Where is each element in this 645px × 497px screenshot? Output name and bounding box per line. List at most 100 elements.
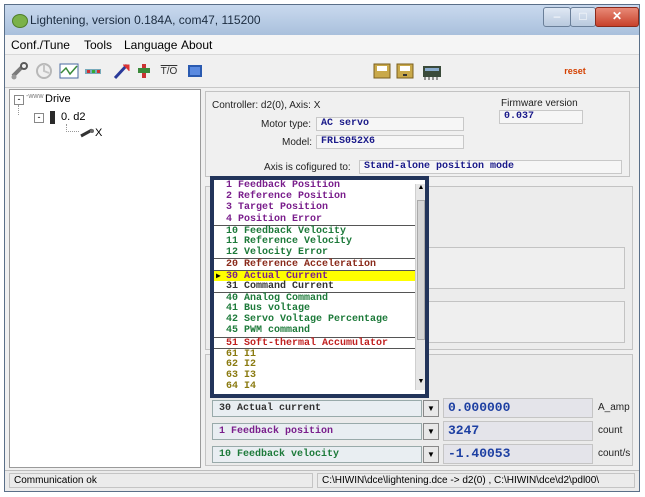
dropdown-item[interactable]: 42 Servo Voltage Percentage: [214, 314, 415, 325]
motor-type-value: AC servo: [316, 117, 464, 131]
dropdown-item-label: 41 Bus voltage: [226, 303, 311, 315]
dropdown-arrow-icon[interactable]: ▼: [423, 423, 439, 440]
toolbar: T/O reset: [5, 55, 639, 88]
monitor-select-2[interactable]: 1 Feedback position: [212, 423, 422, 440]
dropdown-item[interactable]: 41 Bus voltage: [214, 303, 415, 314]
dropdown-item[interactable]: 20 Reference Acceleration: [214, 258, 415, 270]
controller-label: Controller: d2(0), Axis: X: [212, 100, 321, 111]
firmware-value: 0.037: [499, 110, 583, 124]
dropdown-item-label: 12 Velocity Error: [226, 247, 329, 259]
dropdown-item[interactable]: 61 I1: [214, 347, 415, 360]
reset-label: reset: [564, 66, 586, 76]
dropdown-item[interactable]: 64 I4: [214, 381, 415, 392]
tree-drive-d2[interactable]: 0. d2: [61, 111, 85, 123]
maximize-button[interactable]: □: [570, 7, 596, 27]
monitor-select-3[interactable]: 10 Feedback velocity: [212, 446, 422, 463]
monitor-icon[interactable]: [184, 60, 206, 82]
dropdown-item[interactable]: 62 I2: [214, 359, 415, 370]
settings-icon[interactable]: [133, 60, 155, 82]
axis-icon: [80, 128, 94, 141]
scope-icon[interactable]: [58, 60, 80, 82]
dropdown-item-label: 42 Servo Voltage Percentage: [226, 314, 389, 326]
dropdown-item[interactable]: 51 Soft-thermal Accumulator: [214, 336, 415, 349]
monitor-dropdown-list[interactable]: 1 Feedback Position 2 Reference Position 3…: [210, 176, 429, 398]
dropdown-item[interactable]: 40 Analog Command: [214, 291, 415, 304]
close-button[interactable]: ✕: [595, 7, 639, 27]
controller-group: Controller: d2(0), Axis: X Firmware vers…: [205, 91, 630, 177]
connect-icon[interactable]: [9, 60, 31, 82]
dropdown-item[interactable]: 2 Reference Position: [214, 191, 415, 202]
dropdown-item-label: 3 Target Position: [226, 202, 329, 214]
monitor-unit-3: count/s: [598, 448, 631, 459]
dropdown-arrow-icon[interactable]: ▼: [423, 400, 439, 417]
monitor-value-1: 0.000000: [443, 398, 593, 418]
dropdown-item-label: 2 Reference Position: [226, 191, 347, 203]
menu-conf-tune[interactable]: Conf./Tune: [11, 38, 70, 52]
status-connection: Communication ok: [9, 473, 313, 488]
dropdown-item-label: 62 I2: [226, 359, 257, 370]
motor-type-label: Motor type:: [261, 119, 312, 130]
dropdown-item-label: 4 Position Error: [226, 213, 323, 225]
status-bar: Communication ok C:\HIWIN\dce\lightening…: [5, 470, 639, 491]
dropdown-item[interactable]: 3 Target Position: [214, 202, 415, 213]
model-label: Model:: [282, 137, 313, 148]
tune-icon[interactable]: [111, 60, 133, 82]
dropdown-item-label: 63 I3: [226, 370, 257, 382]
load-from-drive-icon[interactable]: [394, 60, 416, 82]
drive-icon: [50, 111, 55, 124]
dropdown-item[interactable]: ▶ 30 Actual Current: [214, 269, 415, 282]
dropdown-item-label: 31 Command Current: [226, 280, 335, 292]
io-icon[interactable]: [82, 60, 104, 82]
minimize-button[interactable]: –: [543, 7, 571, 27]
dropdown-scrollbar[interactable]: ▲ ▼: [415, 184, 425, 390]
dropdown-item[interactable]: 10 Feedback Velocity: [214, 224, 415, 237]
memory-icon[interactable]: [420, 60, 444, 82]
model-value: FRLS052X6: [316, 135, 464, 149]
menu-about[interactable]: About: [181, 38, 212, 52]
scroll-thumb[interactable]: [417, 200, 425, 340]
tree-axis-x[interactable]: X: [95, 127, 102, 139]
dropdown-item[interactable]: 63 I3: [214, 370, 415, 381]
monitor-value-3: -1.40053: [443, 444, 593, 464]
scroll-down-icon[interactable]: ▼: [416, 378, 425, 390]
inner-panel-1: [420, 247, 625, 289]
app-window: Lightening, version 0.184A, com47, 11520…: [4, 4, 640, 492]
monitor-unit-1: A_amp: [598, 402, 630, 413]
dropdown-item[interactable]: 31 Command Current: [214, 281, 415, 292]
dropdown-arrow-icon[interactable]: ▼: [423, 446, 439, 463]
tree-root-drive[interactable]: Drive: [45, 93, 71, 105]
dropdown-item-label: 45 PWM command: [226, 325, 311, 337]
save-to-drive-icon[interactable]: [371, 60, 393, 82]
menu-bar: Conf./Tune Tools Language About: [5, 35, 639, 55]
app-icon: [12, 14, 28, 28]
title-bar: Lightening, version 0.184A, com47, 11520…: [5, 5, 639, 35]
axis-config-value: Stand-alone position mode: [359, 160, 622, 174]
dropdown-item[interactable]: 4 Position Error: [214, 214, 415, 225]
firmware-label: Firmware version: [501, 98, 578, 109]
status-file-path: C:\HIWIN\dce\lightening.dce -> d2(0) , C…: [317, 473, 635, 488]
tree-line: [66, 124, 79, 132]
monitor-select-1[interactable]: 30 Actual current: [212, 400, 422, 417]
inner-panel-2: [420, 301, 625, 343]
dropdown-item[interactable]: 12 Velocity Error: [214, 247, 415, 258]
menu-language[interactable]: Language: [124, 38, 177, 52]
dropdown-item[interactable]: 1 Feedback Position: [214, 180, 415, 191]
axis-config-label: Axis is cofigured to:: [264, 162, 351, 173]
monitor-value-2: 3247: [443, 421, 593, 441]
dropdown-item[interactable]: 11 Reference Velocity: [214, 236, 415, 247]
window-title: Lightening, version 0.184A, com47, 11520…: [30, 13, 261, 27]
tree-root-prefix: -www: [26, 93, 44, 100]
dropdown-items: 1 Feedback Position 2 Reference Position 3…: [214, 180, 425, 394]
collapse-toggle[interactable]: -: [14, 95, 24, 105]
io-label: T/O: [160, 65, 178, 77]
dropdown-item-label: 11 Reference Velocity: [226, 235, 353, 247]
dropdown-item[interactable]: 45 PWM command: [214, 325, 415, 336]
monitor-unit-2: count: [598, 425, 623, 436]
tree-line: [18, 105, 20, 115]
io-setup-button[interactable]: T/O: [157, 60, 181, 82]
collapse-toggle[interactable]: -: [34, 113, 44, 123]
menu-tools[interactable]: Tools: [84, 38, 112, 52]
scroll-up-icon[interactable]: ▲: [416, 184, 425, 196]
dropdown-item-label: 64 I4: [226, 381, 257, 393]
reset-button[interactable]: reset: [561, 60, 589, 82]
